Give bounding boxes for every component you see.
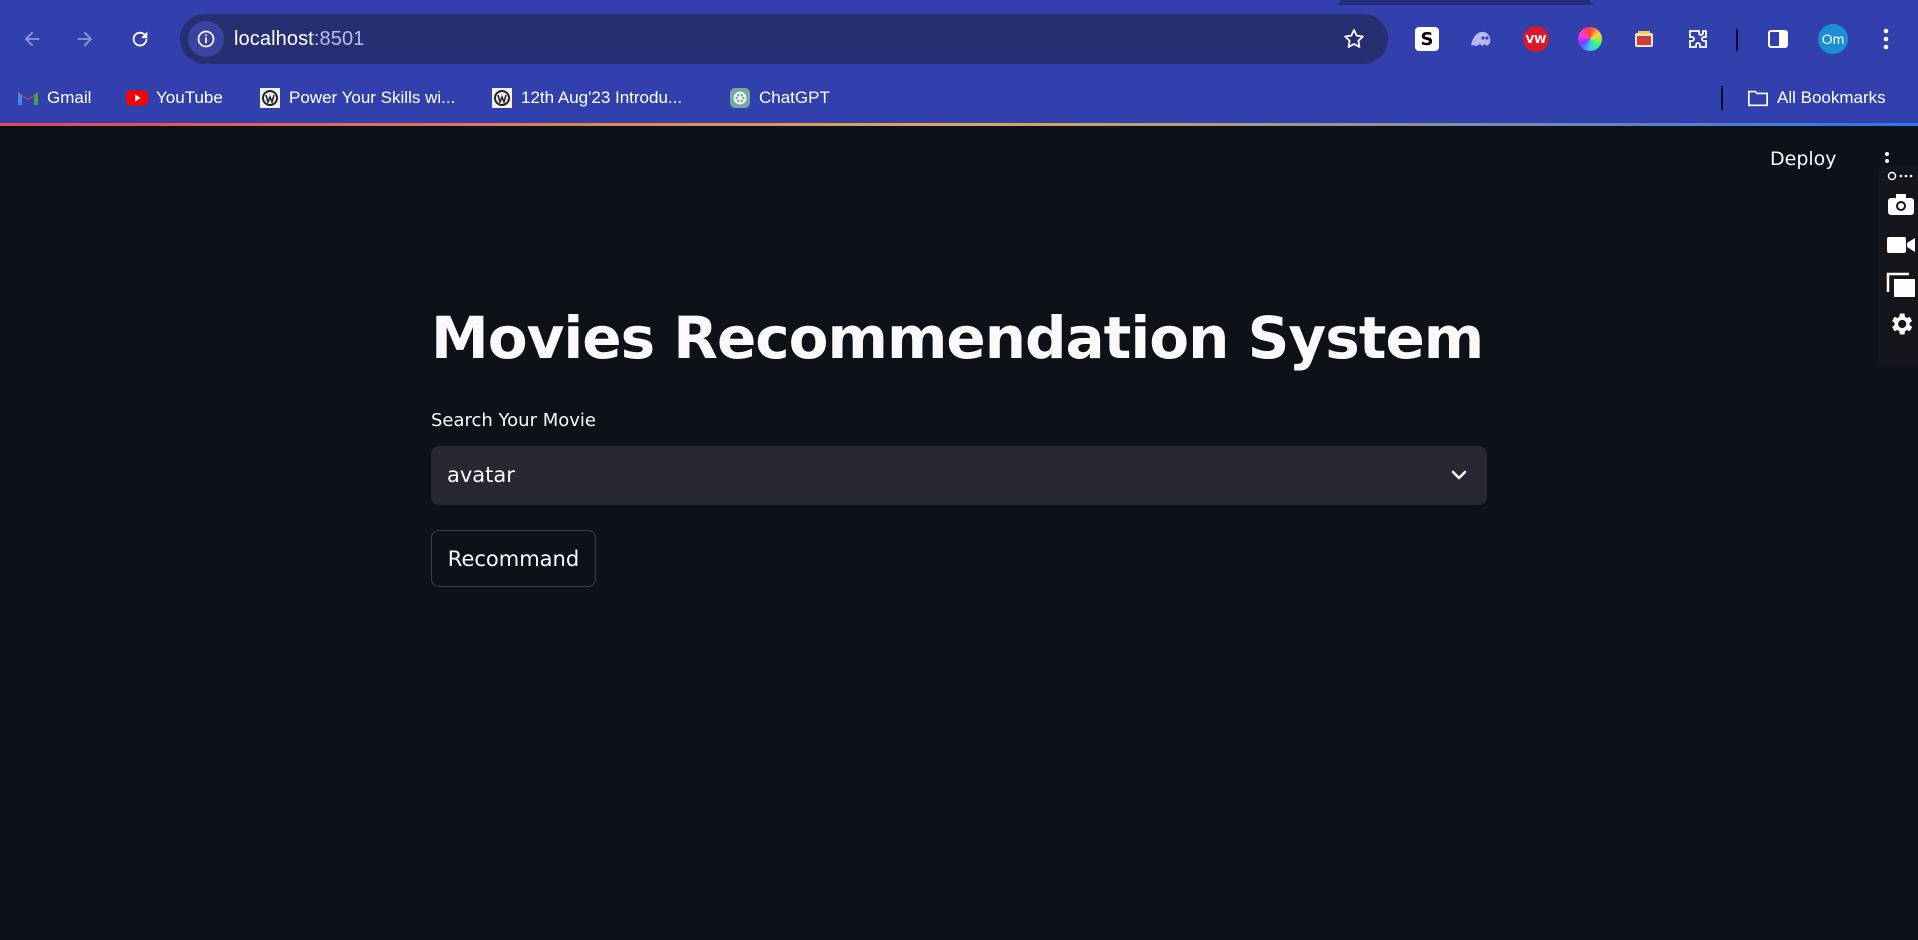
arrow-left-icon xyxy=(24,31,40,47)
toolbar-options-icon[interactable] xyxy=(1884,168,1918,184)
address-bar[interactable]: localhost:8501 xyxy=(180,14,1388,64)
chevron-down-icon xyxy=(1451,470,1467,480)
browser-menu-icon[interactable] xyxy=(1872,25,1900,53)
browser-chrome: localhost:8501 S VW Om Gmail YouTube Pow… xyxy=(0,0,1918,126)
toolbar-divider xyxy=(1736,29,1738,51)
app-viewport: Deploy Movies Recommendation System Sear… xyxy=(0,126,1918,940)
movie-select[interactable]: avatar xyxy=(431,446,1487,505)
movie-select-value: avatar xyxy=(447,463,515,487)
site-icon xyxy=(259,87,281,109)
site-icon xyxy=(491,87,513,109)
arrow-right-icon xyxy=(77,31,93,47)
bookmark-chatgpt[interactable]: ChatGPT xyxy=(729,84,830,112)
bookmark-label: Power Your Skills wi... xyxy=(289,88,456,107)
ghost-extension-icon[interactable] xyxy=(1467,25,1495,53)
bookmark-youtube[interactable]: YouTube xyxy=(126,84,223,112)
bookmark-power-your-skills[interactable]: Power Your Skills wi... xyxy=(259,84,455,112)
all-bookmarks-label: All Bookmarks xyxy=(1777,88,1886,107)
bookmark-star-icon[interactable] xyxy=(1342,27,1366,56)
all-bookmarks-button[interactable]: All Bookmarks xyxy=(1747,84,1886,112)
camera-icon[interactable] xyxy=(1884,190,1918,220)
deploy-button[interactable]: Deploy xyxy=(1770,148,1837,170)
puzzle-extensions-icon[interactable] xyxy=(1684,25,1712,53)
bookmark-label: ChatGPT xyxy=(759,88,830,107)
bookmarks-divider xyxy=(1721,86,1723,110)
color-picker-extension-icon[interactable] xyxy=(1576,25,1604,53)
browser-toolbar: localhost:8501 S VW Om xyxy=(0,5,1918,75)
chatgpt-icon xyxy=(729,87,751,109)
folder-icon xyxy=(1747,87,1769,109)
site-info-icon[interactable] xyxy=(188,21,224,57)
bookmark-12th-aug[interactable]: 12th Aug'23 Introdu... xyxy=(491,84,682,112)
url-port: :8501 xyxy=(313,28,365,50)
movie-select-label: Search Your Movie xyxy=(431,410,596,431)
profile-avatar[interactable]: Om xyxy=(1818,24,1848,54)
forward-button[interactable] xyxy=(67,21,103,57)
window-capture-icon[interactable] xyxy=(1884,270,1918,300)
bookmark-label: Gmail xyxy=(47,88,92,107)
bookmark-label: YouTube xyxy=(156,88,223,107)
bookmark-label: 12th Aug'23 Introdu... xyxy=(521,88,683,107)
recommend-button[interactable]: Recommand xyxy=(431,530,596,587)
page-title: Movies Recommendation System xyxy=(431,304,1484,372)
back-button[interactable] xyxy=(14,21,50,57)
screenshot-extension-icon[interactable] xyxy=(1630,25,1658,53)
reload-button[interactable] xyxy=(122,21,158,57)
reload-icon xyxy=(132,31,148,47)
screen-capture-toolbar xyxy=(1878,166,1918,366)
bookmark-gmail[interactable]: Gmail xyxy=(17,84,91,112)
side-panel-icon[interactable] xyxy=(1764,25,1792,53)
vw-extension-icon[interactable]: VW xyxy=(1522,25,1550,53)
video-camera-icon[interactable] xyxy=(1884,230,1918,260)
gear-icon[interactable] xyxy=(1884,309,1918,339)
s-extension-icon[interactable]: S xyxy=(1413,25,1441,53)
youtube-icon xyxy=(126,87,148,109)
url-host: localhost xyxy=(234,28,314,50)
gmail-icon xyxy=(17,87,39,109)
url-text[interactable]: localhost:8501 xyxy=(234,28,364,51)
bookmarks-bar: Gmail YouTube Power Your Skills wi... 12… xyxy=(0,75,1918,123)
